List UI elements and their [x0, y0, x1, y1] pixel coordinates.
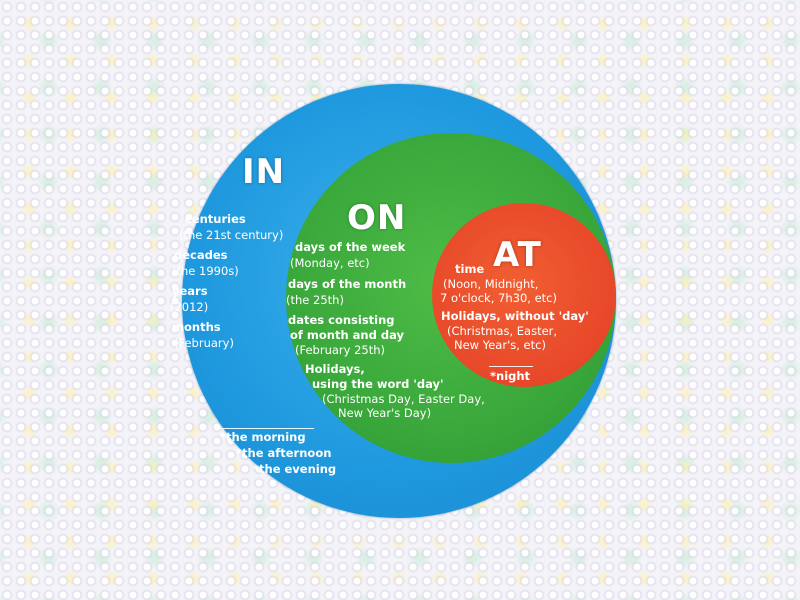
- at-item-label: time: [455, 262, 485, 276]
- on-item-detail: (Monday, etc): [290, 256, 370, 270]
- on-item-label-cont: using the word 'day': [312, 377, 444, 391]
- in-note: *the morning: [220, 430, 306, 444]
- on-item-label-cont: of month and day: [290, 328, 404, 342]
- on-item-label: days of the week: [295, 240, 406, 254]
- at-notes-divider: [489, 366, 533, 367]
- in-item-label: months: [172, 320, 221, 334]
- at-item-detail-cont: New Year's, etc): [454, 338, 546, 352]
- on-title: ON: [347, 198, 407, 238]
- at-item-detail: (Christmas, Easter,: [447, 324, 558, 338]
- in-item-detail: (the 21st century): [179, 228, 284, 242]
- in-notes-divider: [218, 428, 314, 429]
- at-note: *night: [490, 369, 531, 383]
- in-item-detail: (2012): [170, 300, 209, 314]
- at-item-detail-cont: 7 o'clock, 7h30, etc): [440, 291, 557, 305]
- on-item-label: days of the month: [288, 277, 407, 291]
- in-item-label: years: [172, 284, 208, 298]
- at-item-detail: (Noon, Midnight,: [443, 277, 539, 291]
- in-item-detail: (the 1990s): [172, 264, 239, 278]
- prepositions-of-time-diagram: IN centuries (the 21st century) decades …: [0, 0, 800, 600]
- at-item-label: Holidays, without 'day': [441, 309, 589, 323]
- on-item-label: dates consisting: [288, 313, 395, 327]
- in-item-label: decades: [174, 248, 228, 262]
- on-item-label: Holidays,: [305, 362, 365, 376]
- on-item-detail-cont: New Year's Day): [338, 406, 432, 420]
- in-title: IN: [242, 152, 286, 192]
- in-note: *the afternoon: [236, 446, 332, 460]
- at-title: AT: [493, 235, 542, 275]
- in-item-label: centuries: [185, 212, 246, 226]
- on-item-detail: (February 25th): [295, 343, 386, 357]
- on-item-detail: (the 25th): [286, 293, 344, 307]
- in-note: *the evening: [253, 462, 337, 476]
- in-item-detail: (February): [174, 336, 234, 350]
- on-item-detail: (Christmas Day, Easter Day,: [322, 392, 485, 406]
